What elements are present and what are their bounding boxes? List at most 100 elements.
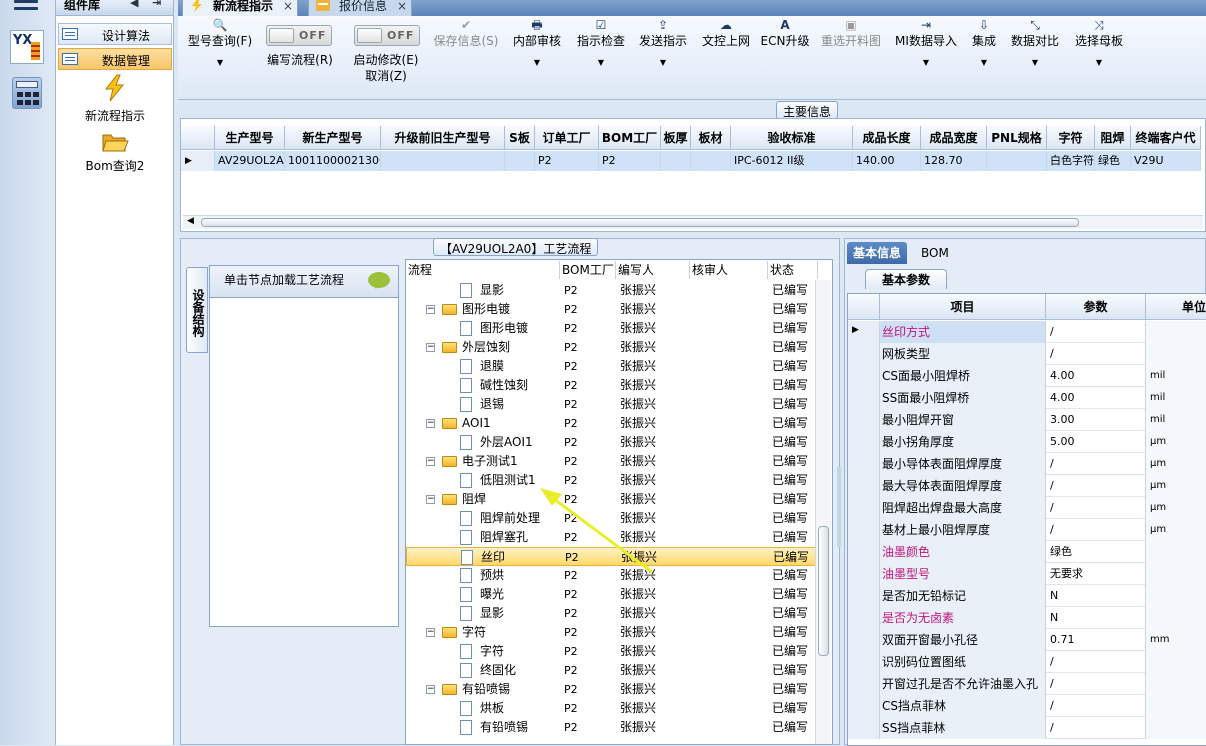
tree-row[interactable]: 外层AOI1 P2 张振兴 已编写	[406, 433, 816, 452]
calculator-icon[interactable]	[12, 77, 42, 109]
param-value[interactable]: 0.71	[1046, 629, 1146, 651]
process-col-header[interactable]: 编写人	[616, 261, 690, 279]
scrollbar-thumb[interactable]	[818, 526, 829, 656]
param-row[interactable]: ▶ 丝印方式 /	[848, 321, 1206, 343]
main-cell[interactable]: 绿色	[1095, 151, 1131, 171]
param-row[interactable]: 最大导体表面阻焊厚度 / μm	[848, 475, 1206, 497]
main-col-header[interactable]: 升级前旧生产型号	[381, 126, 505, 150]
param-value[interactable]: /	[1046, 497, 1146, 519]
main-cell[interactable]: 10011000021306	[285, 151, 381, 171]
collapse-icon[interactable]: −	[426, 343, 435, 352]
tree-row[interactable]: 烘板 P2 张振兴 已编写	[406, 699, 816, 718]
param-row[interactable]: 阻焊超出焊盘最大高度 / μm	[848, 497, 1206, 519]
ecn-upgrade-button[interactable]: A ECN升级	[760, 18, 810, 48]
param-value[interactable]: N	[1046, 607, 1146, 629]
main-cell[interactable]: 128.70	[921, 151, 987, 171]
param-row[interactable]: 识别码位置图纸 /	[848, 651, 1206, 673]
doc-control-online-button[interactable]: ☁ 文控上网	[699, 18, 753, 48]
collapse-icon[interactable]: −	[426, 685, 435, 694]
tab-bom[interactable]: BOM	[915, 242, 955, 264]
reselect-cutting-button[interactable]: ▣ 重选开料图	[818, 18, 884, 48]
param-value[interactable]: /	[1046, 321, 1146, 343]
param-row[interactable]: SS挡点菲林 /	[848, 717, 1206, 739]
process-col-header[interactable]: 流程	[406, 261, 560, 279]
process-col-header[interactable]: BOM工厂	[560, 261, 616, 279]
param-value[interactable]: 4.00	[1046, 365, 1146, 387]
tree-row[interactable]: − 有铅喷锡 P2 张振兴 已编写	[406, 680, 816, 699]
main-col-header[interactable]: BOM工厂	[599, 126, 661, 150]
save-info-button[interactable]: ✔ 保存信息(S)	[430, 18, 502, 48]
collapse-arrow-icon[interactable]: ◀	[130, 0, 138, 9]
main-cell[interactable]: 白色字符	[1047, 151, 1095, 171]
collapse-icon[interactable]: −	[426, 457, 435, 466]
tree-row[interactable]: 曝光 P2 张振兴 已编写	[406, 585, 816, 604]
param-value[interactable]: 4.00	[1046, 387, 1146, 409]
param-value[interactable]: 3.00	[1046, 409, 1146, 431]
close-icon[interactable]: ×	[283, 0, 293, 13]
main-col-header[interactable]: 成品宽度	[921, 126, 987, 150]
main-col-header[interactable]: 成品长度	[853, 126, 921, 150]
process-col-header[interactable]: 核审人	[690, 261, 768, 279]
yx-logo-icon[interactable]: YX	[10, 30, 44, 64]
main-col-header[interactable]: S板	[505, 126, 535, 150]
params-col-unit[interactable]: 单位	[1146, 294, 1206, 320]
main-cell[interactable]	[661, 151, 691, 171]
menu-icon[interactable]	[14, 0, 38, 16]
param-row[interactable]: 双面开窗最小孔径 0.71 mm	[848, 629, 1206, 651]
process-col-header[interactable]: 状态	[768, 261, 818, 279]
tab-basic-params[interactable]: 基本参数	[865, 269, 948, 289]
param-value[interactable]: /	[1046, 695, 1146, 717]
main-cell[interactable]	[987, 151, 1047, 171]
param-row[interactable]: 油墨型号 无要求	[848, 563, 1206, 585]
main-col-header[interactable]: 订单工厂	[535, 126, 599, 150]
integration-button[interactable]: ⇩ 集成 ▼	[966, 18, 1002, 70]
vertical-scrollbar[interactable]	[815, 280, 831, 744]
data-compare-button[interactable]: ⤡ 数据对比 ▼	[1008, 18, 1062, 70]
tree-row[interactable]: − 字符 P2 张振兴 已编写	[406, 623, 816, 642]
param-value[interactable]: /	[1046, 651, 1146, 673]
cancel-modify-label[interactable]: 取消(Z)	[344, 68, 428, 84]
horizontal-scrollbar[interactable]: ◀	[183, 215, 1203, 229]
param-value[interactable]: /	[1046, 453, 1146, 475]
node-prompt-header[interactable]: 单击节点加载工艺流程	[210, 266, 398, 298]
param-row[interactable]: SS面最小阻焊桥 4.00 mil	[848, 387, 1206, 409]
internal-review-button[interactable]: 🖶 内部审核 ▼	[510, 18, 564, 70]
main-cell[interactable]	[381, 151, 505, 171]
tool-bom-query[interactable]: Bom查询2	[58, 130, 172, 174]
main-cell[interactable]: 140.00	[853, 151, 921, 171]
tab-quote-info[interactable]: 报价信息 ×	[308, 0, 413, 16]
tree-row[interactable]: − 外层蚀刻 P2 张振兴 已编写	[406, 338, 816, 357]
mi-data-import-button[interactable]: ⇥ MI数据导入 ▼	[894, 18, 958, 70]
main-col-header[interactable]: 板厚	[661, 126, 691, 150]
params-col-item[interactable]: 项目	[880, 294, 1046, 320]
main-col-header[interactable]: PNL规格	[987, 126, 1047, 150]
tree-row[interactable]: − 图形电镀 P2 张振兴 已编写	[406, 300, 816, 319]
tree-row[interactable]: 碱性蚀刻 P2 张振兴 已编写	[406, 376, 816, 395]
tree-row[interactable]: − 电子测试1 P2 张振兴 已编写	[406, 452, 816, 471]
param-value[interactable]: /	[1046, 673, 1146, 695]
param-row[interactable]: 基材上最小阻焊厚度 / μm	[848, 519, 1206, 541]
collapse-icon[interactable]: −	[426, 495, 435, 504]
tab-equipment-structure[interactable]: 设备结构	[186, 267, 208, 353]
start-modify-toggle[interactable]: OFF	[354, 25, 420, 46]
collapse-icon[interactable]: −	[426, 419, 435, 428]
param-row[interactable]: 网板类型 /	[848, 343, 1206, 365]
tree-row[interactable]: 显影 P2 张振兴 已编写	[406, 604, 816, 623]
param-row[interactable]: 最小拐角厚度 5.00 μm	[848, 431, 1206, 453]
param-row[interactable]: 最小导体表面阻焊厚度 / μm	[848, 453, 1206, 475]
scrollbar-thumb[interactable]	[201, 218, 1079, 227]
tree-row[interactable]: 退锡 P2 张振兴 已编写	[406, 395, 816, 414]
tool-new-process[interactable]: 新流程指示	[58, 74, 172, 124]
tree-row[interactable]: 退膜 P2 张振兴 已编写	[406, 357, 816, 376]
param-value[interactable]: N	[1046, 585, 1146, 607]
tree-row[interactable]: 终固化 P2 张振兴 已编写	[406, 661, 816, 680]
tree-row[interactable]: 有铅喷锡 P2 张振兴 已编写	[406, 718, 816, 737]
param-row[interactable]: CS面最小阻焊桥 4.00 mil	[848, 365, 1206, 387]
main-col-header[interactable]: 终端客户代	[1131, 126, 1201, 150]
main-col-header[interactable]: 板材	[691, 126, 731, 150]
tree-row[interactable]: 显影 P2 张振兴 已编写	[406, 281, 816, 300]
write-process-toggle[interactable]: OFF	[266, 25, 332, 46]
main-col-header[interactable]: 字符	[1047, 126, 1095, 150]
param-value[interactable]: /	[1046, 475, 1146, 497]
tree-row[interactable]: 图形电镀 P2 张振兴 已编写	[406, 319, 816, 338]
